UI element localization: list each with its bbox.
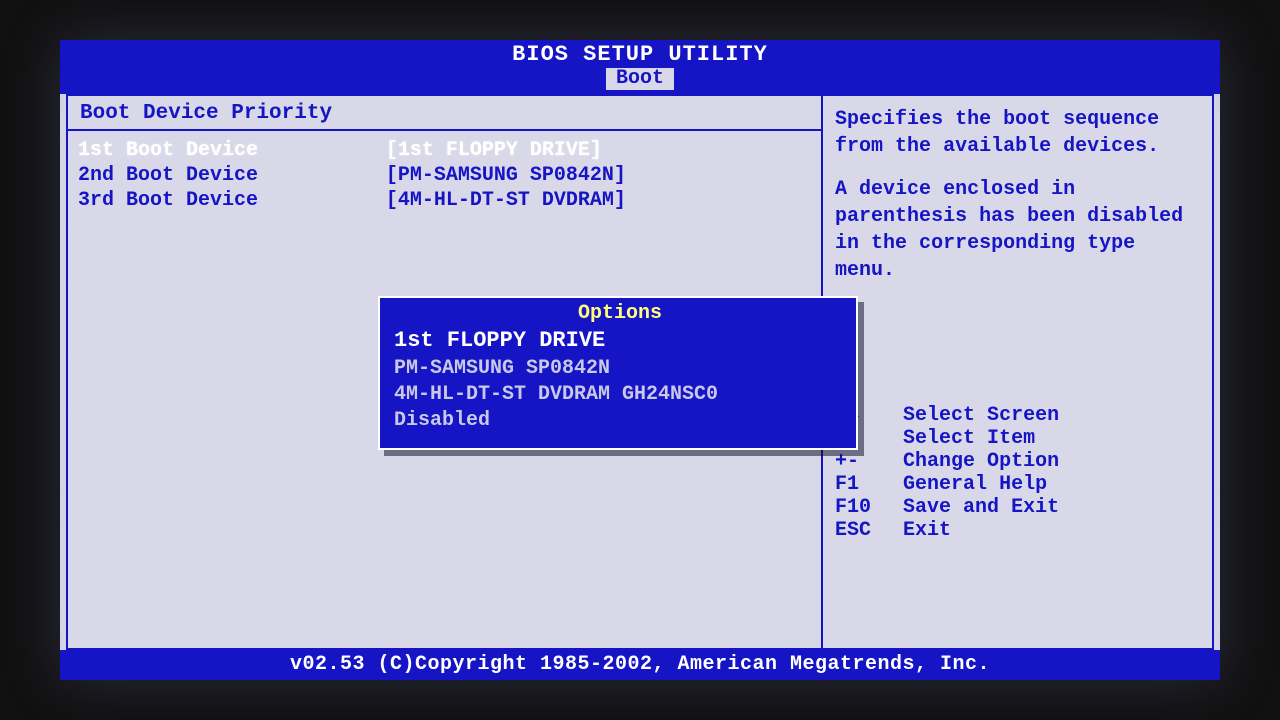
section-title: Boot Device Priority xyxy=(80,102,811,125)
key-row: F10 Save and Exit xyxy=(835,496,1200,519)
boot-device-1-value[interactable]: [1st FLOPPY DRIVE] xyxy=(386,139,811,162)
key-desc-save-exit: Save and Exit xyxy=(903,496,1059,519)
help-paragraph-2: A device enclosed in parenthesis has bee… xyxy=(835,176,1200,284)
key-row: F1 General Help xyxy=(835,473,1200,496)
options-popup: Options 1st FLOPPY DRIVE PM-SAMSUNG SP08… xyxy=(378,296,858,450)
key-f1: F1 xyxy=(835,473,903,496)
boot-device-1-label[interactable]: 1st Boot Device xyxy=(78,139,386,162)
boot-device-3-label[interactable]: 3rd Boot Device xyxy=(78,189,386,212)
help-paragraph-1: Specifies the boot sequence from the ava… xyxy=(835,106,1200,160)
main-frame: Boot Device Priority 1st Boot Device [1s… xyxy=(66,94,1214,650)
key-row: ↑↓ Select Item xyxy=(835,427,1200,450)
key-desc-change-option: Change Option xyxy=(903,450,1059,473)
boot-device-2-label[interactable]: 2nd Boot Device xyxy=(78,164,386,187)
key-plus-minus: +- xyxy=(835,450,903,473)
key-esc: ESC xyxy=(835,519,903,542)
key-desc-exit: Exit xyxy=(903,519,951,542)
footer-copyright: v02.53 (C)Copyright 1985-2002, American … xyxy=(60,650,1220,680)
option-disabled[interactable]: Disabled xyxy=(394,408,846,434)
boot-device-2-value[interactable]: [PM-SAMSUNG SP0842N] xyxy=(386,164,811,187)
key-desc-general-help: General Help xyxy=(903,473,1047,496)
key-desc-select-screen: Select Screen xyxy=(903,404,1059,427)
tab-bar: Boot xyxy=(60,68,1220,94)
page-title: BIOS SETUP UTILITY xyxy=(60,40,1220,68)
divider xyxy=(68,129,821,131)
boot-device-list: 1st Boot Device [1st FLOPPY DRIVE] 2nd B… xyxy=(78,139,811,212)
key-f10: F10 xyxy=(835,496,903,519)
option-samsung[interactable]: PM-SAMSUNG SP0842N xyxy=(394,356,846,382)
key-legend: ←→ Select Screen ↑↓ Select Item +- Chang… xyxy=(835,404,1200,542)
boot-device-3-value[interactable]: [4M-HL-DT-ST DVDRAM] xyxy=(386,189,811,212)
option-floppy[interactable]: 1st FLOPPY DRIVE xyxy=(394,327,846,356)
bios-screen: BIOS SETUP UTILITY Boot Boot Device Prio… xyxy=(60,40,1220,680)
key-row: ←→ Select Screen xyxy=(835,404,1200,427)
options-popup-title: Options xyxy=(394,302,846,325)
option-dvdram[interactable]: 4M-HL-DT-ST DVDRAM GH24NSC0 xyxy=(394,382,846,408)
help-pane: Specifies the boot sequence from the ava… xyxy=(823,96,1212,648)
key-row: ESC Exit xyxy=(835,519,1200,542)
key-desc-select-item: Select Item xyxy=(903,427,1035,450)
tab-boot[interactable]: Boot xyxy=(604,68,676,92)
settings-pane: Boot Device Priority 1st Boot Device [1s… xyxy=(68,96,823,648)
key-row: +- Change Option xyxy=(835,450,1200,473)
